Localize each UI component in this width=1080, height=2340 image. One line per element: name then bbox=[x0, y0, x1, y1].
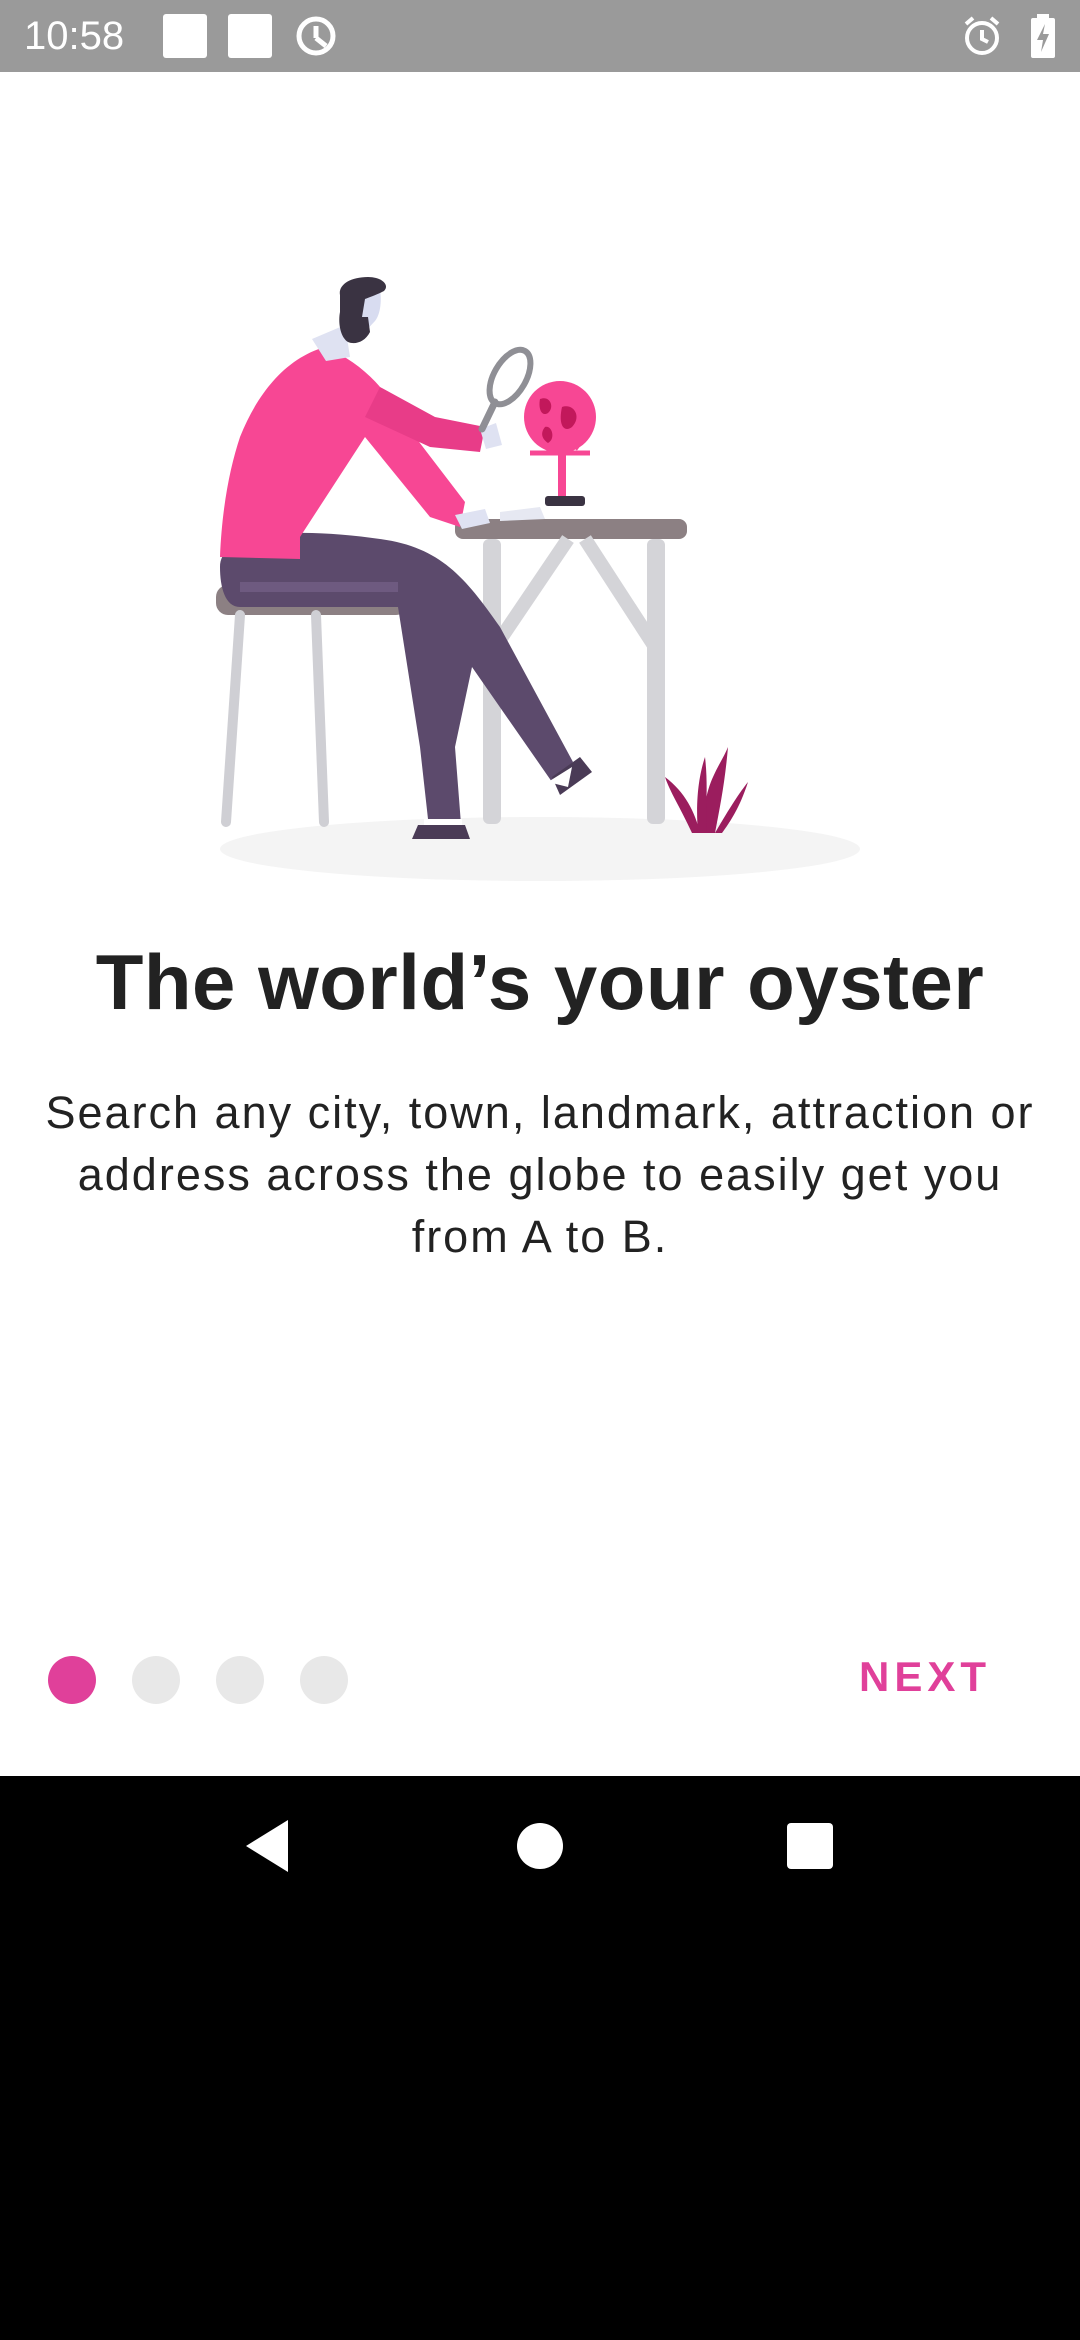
page-indicator-dot bbox=[300, 1656, 348, 1704]
notification-square-icon bbox=[228, 14, 272, 58]
battery-charging-icon bbox=[1031, 14, 1055, 58]
onboarding-description: Search any city, town, landmark, attract… bbox=[45, 1087, 1035, 1262]
onboarding-title: The world’s your oyster bbox=[95, 938, 985, 1026]
page-indicator-dot-active bbox=[48, 1656, 96, 1704]
status-time: 10:58 bbox=[24, 14, 125, 58]
back-icon[interactable] bbox=[208, 1776, 328, 1916]
next-button[interactable]: NEXT bbox=[840, 1642, 1010, 1712]
data-saver-icon bbox=[296, 16, 336, 56]
page-indicator-dot bbox=[216, 1656, 264, 1704]
home-icon[interactable] bbox=[480, 1776, 600, 1916]
notification-square-icon bbox=[163, 14, 207, 58]
status-bar: 10:58 bbox=[0, 0, 1080, 72]
navigation-bar bbox=[0, 1776, 1080, 1926]
illustration-person-with-globe bbox=[216, 277, 860, 881]
recents-icon[interactable] bbox=[750, 1776, 870, 1916]
page-indicator-dot bbox=[132, 1656, 180, 1704]
onboarding-screen: The world’s your oyster Search any city,… bbox=[0, 72, 1080, 1776]
alarm-icon bbox=[964, 16, 1000, 55]
